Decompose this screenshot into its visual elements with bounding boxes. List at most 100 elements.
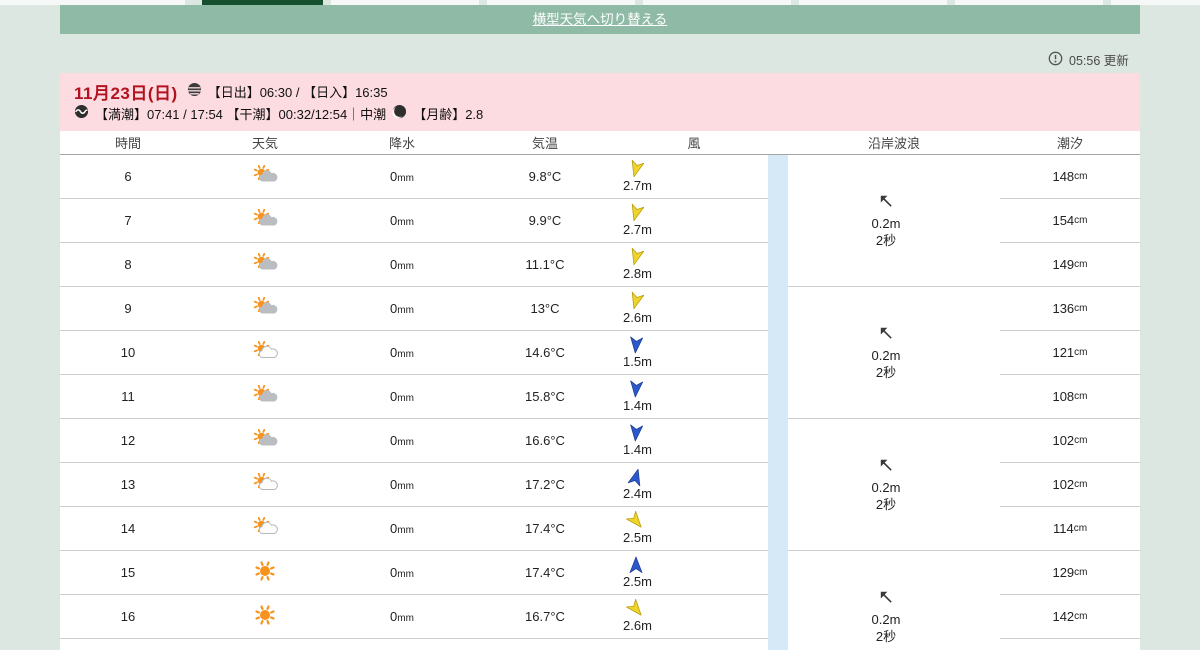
wind-speed-value: 2.8m xyxy=(623,266,652,281)
wind-cell: 2.4m xyxy=(620,468,768,501)
precip-cell: 0mm xyxy=(390,301,414,316)
wave-height-value: 0.2m xyxy=(871,348,901,363)
weather-cell xyxy=(196,384,334,408)
tide-cell: 114 cm xyxy=(1000,507,1140,551)
tide-cell: 102 cm xyxy=(1000,463,1140,507)
hourly-rows: 6 0mm 9.8°C 2.7m 7 0mm 9.9°C 2.7m 8 0mm 11.1°C 2… xyxy=(60,155,768,650)
table-row: 14 0mm 17.4°C 2.5m xyxy=(60,507,768,551)
tide-cell: 136 cm xyxy=(1000,287,1140,331)
precip-cell: 0mm xyxy=(390,169,414,184)
tide-cell xyxy=(1000,639,1140,650)
time-cell: 12 xyxy=(120,433,136,448)
wind-direction-icon xyxy=(627,468,644,487)
temp-cell: 9.8°C xyxy=(528,169,562,184)
temp-cell: 13°C xyxy=(530,301,560,316)
sun-cloud-gray-icon xyxy=(250,252,280,276)
date-label: 11月23日(日) xyxy=(74,83,178,103)
weather-page: 横型天気へ切り替える 05:56 更新 11月23日(日) 【日出】06:30 … xyxy=(0,0,1200,650)
wind-direction-icon xyxy=(628,556,644,574)
switch-to-horizontal-link[interactable]: 横型天気へ切り替える xyxy=(533,12,668,27)
moon-icon xyxy=(392,104,407,122)
sun-cloud-gray-icon xyxy=(250,208,280,232)
tide-wave-icon xyxy=(74,104,89,122)
tide-times-text: 【満潮】07:41 / 17:54 【干潮】00:32/12:54｜中潮 xyxy=(95,106,387,122)
wave-period-value: 2秒 xyxy=(875,497,897,512)
time-cell: 8 xyxy=(124,257,132,272)
wave-height-value: 0.2m xyxy=(871,216,901,231)
precip-cell: 0mm xyxy=(390,389,414,404)
northwest-arrow-icon xyxy=(877,588,896,611)
northwest-arrow-icon xyxy=(877,192,896,215)
temp-cell: 11.1°C xyxy=(525,257,565,272)
tide-cell: 102 cm xyxy=(1000,419,1140,463)
sun-icon xyxy=(250,605,280,628)
wind-direction-icon xyxy=(628,247,645,266)
sun-cloud-gray-icon xyxy=(250,296,280,320)
wind-speed-value: 2.5m xyxy=(623,530,652,545)
tide-cell: 154 cm xyxy=(1000,199,1140,243)
temp-cell: 17.4°C xyxy=(525,521,565,536)
time-cell: 15 xyxy=(120,565,136,580)
weather-cell xyxy=(196,296,334,320)
tide-cell: 148 cm xyxy=(1000,155,1140,199)
wave-period-value: 2秒 xyxy=(875,365,897,380)
wind-speed-value: 2.6m xyxy=(623,310,652,325)
view-switch-bar: 横型天気へ切り替える xyxy=(60,5,1140,34)
coastal-wave-column: 0.2m 2秒 0.2m 2秒 0.2m 2秒 0.2m 2秒 xyxy=(788,155,1000,650)
sun-cloud-white-icon xyxy=(250,472,280,496)
temp-cell: 15.8°C xyxy=(525,389,565,404)
time-cell: 9 xyxy=(124,301,132,316)
time-cell: 14 xyxy=(120,521,136,536)
hourly-forecast-table: 時間 天気 降水 気温 風 沿岸波浪 潮汐 6 0mm 9.8°C 2.7m 7 0mm 9.9°C … xyxy=(60,131,1140,650)
precip-cell: 0mm xyxy=(390,609,414,624)
tide-cell: 149 cm xyxy=(1000,243,1140,287)
weather-cell xyxy=(196,208,334,232)
sunrise-icon xyxy=(187,82,202,100)
wave-group-cell: 0.2m 2秒 xyxy=(788,551,1000,650)
wave-height-value: 0.2m xyxy=(871,612,901,627)
weather-cell xyxy=(196,340,334,364)
wind-speed-value: 1.4m xyxy=(623,398,652,413)
wave-group-cell: 0.2m 2秒 xyxy=(788,287,1000,419)
wind-direction-icon xyxy=(628,380,644,398)
column-header: 沿岸波浪 xyxy=(867,136,920,151)
tide-cell: 129 cm xyxy=(1000,551,1140,595)
time-cell: 6 xyxy=(124,169,132,184)
temp-cell: 9.9°C xyxy=(528,213,562,228)
wave-height-value: 0.2m xyxy=(871,480,901,495)
tide-cell: 142 cm xyxy=(1000,595,1140,639)
weather-cell xyxy=(196,561,334,584)
table-row: 9 0mm 13°C 2.6m xyxy=(60,287,768,331)
wave-period-value: 2秒 xyxy=(875,233,897,248)
precip-cell: 0mm xyxy=(390,433,414,448)
column-header: 降水 xyxy=(388,136,415,151)
wave-period-value: 2秒 xyxy=(875,629,897,644)
table-row: 11 0mm 15.8°C 1.4m xyxy=(60,375,768,419)
tide-cell: 121 cm xyxy=(1000,331,1140,375)
wind-cell: 1.5m xyxy=(620,336,768,369)
precip-cell: 0mm xyxy=(390,521,414,536)
tide-column: 148 cm 154 cm 149 cm 136 cm 121 cm 108 cm 102 cm 102 cm… xyxy=(1000,155,1140,650)
table-row: 13 0mm 17.2°C 2.4m xyxy=(60,463,768,507)
table-row: 12 0mm 16.6°C 1.4m xyxy=(60,419,768,463)
sun-times-text: 【日出】06:30 / 【日入】16:35 xyxy=(207,84,388,100)
sun-cloud-gray-icon xyxy=(250,384,280,408)
table-row: 10 0mm 14.6°C 1.5m xyxy=(60,331,768,375)
sun-cloud-white-icon xyxy=(250,516,280,540)
wind-direction-icon xyxy=(628,159,645,178)
temp-cell: 16.6°C xyxy=(525,433,565,448)
table-row: 16 0mm 16.7°C 2.6m xyxy=(60,595,768,639)
wind-speed-value: 2.7m xyxy=(623,178,652,193)
wind-cell: 2.8m xyxy=(620,247,768,281)
weather-cell xyxy=(196,252,334,276)
column-header: 時間 xyxy=(114,136,141,151)
sun-cloud-white-icon xyxy=(250,340,280,364)
northwest-arrow-icon xyxy=(877,324,896,347)
sun-cloud-gray-icon xyxy=(250,164,280,188)
temp-cell: 17.4°C xyxy=(525,565,565,580)
precip-cell: 0mm xyxy=(390,565,414,580)
wind-cell: 1.4m xyxy=(620,380,768,413)
wind-cell: 2.5m xyxy=(620,510,768,545)
time-cell: 11 xyxy=(121,389,135,404)
precip-cell: 0mm xyxy=(390,213,414,228)
